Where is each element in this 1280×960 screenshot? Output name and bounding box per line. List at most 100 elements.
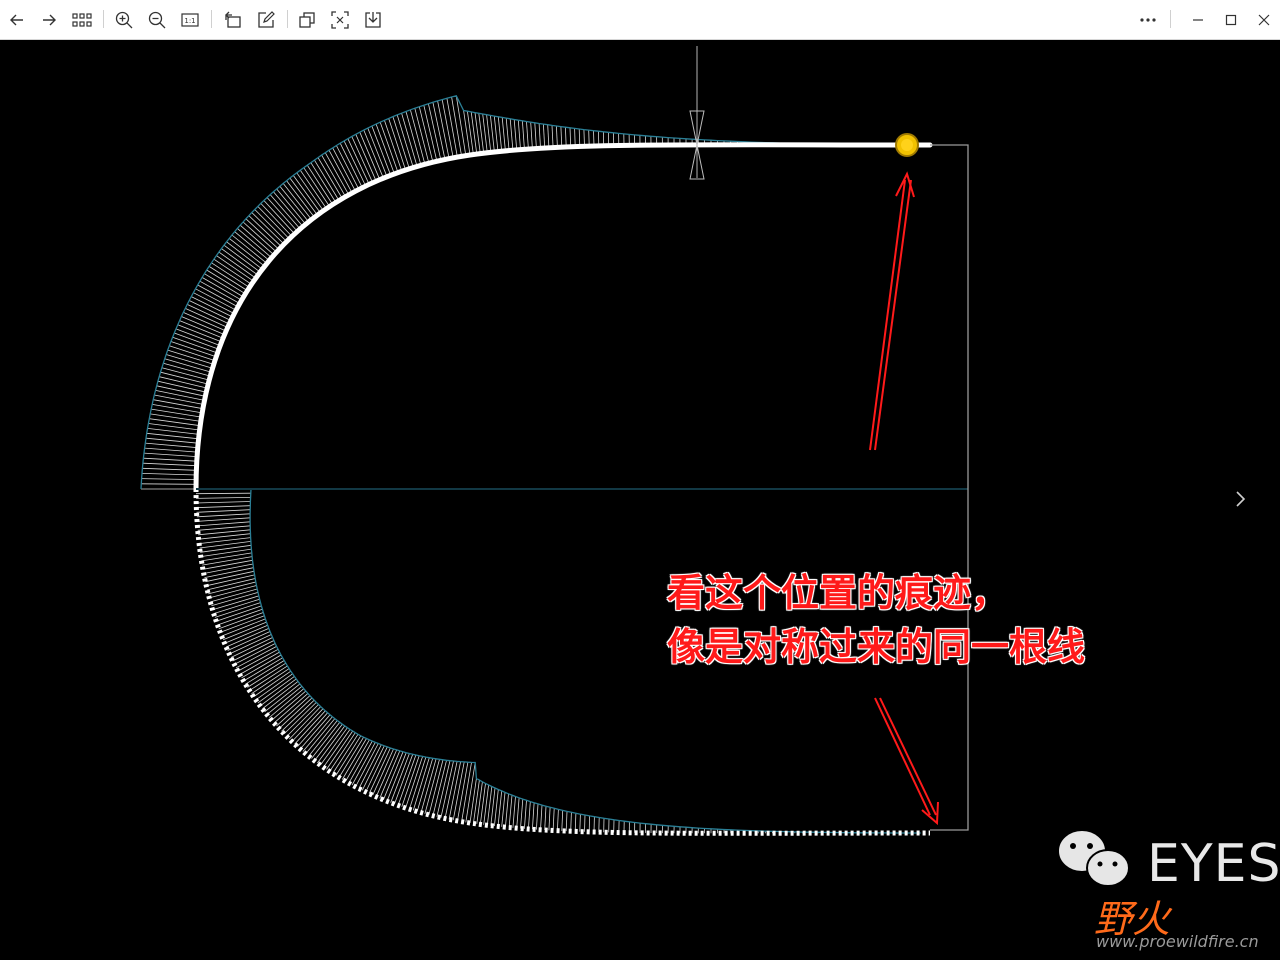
close-button[interactable]	[1250, 6, 1278, 34]
comb-tooth	[198, 529, 251, 536]
comb-tooth	[324, 152, 350, 195]
copy-icon	[299, 12, 315, 28]
comb-tooth	[271, 690, 307, 721]
comb-tooth	[320, 727, 348, 766]
more-button[interactable]	[1134, 6, 1162, 34]
comb-tooth	[517, 120, 521, 150]
comb-tooth	[486, 114, 492, 153]
comb-tooth	[175, 328, 221, 346]
comb-tooth	[153, 399, 203, 410]
copy-button[interactable]	[293, 6, 321, 34]
comb-tooth	[211, 592, 259, 607]
arrow-left-icon	[10, 14, 23, 26]
grid-view-button[interactable]	[68, 6, 96, 34]
comb-tooth	[202, 556, 253, 566]
back-button[interactable]	[3, 6, 31, 34]
comb-tooth	[547, 124, 550, 148]
comb-tooth	[181, 316, 225, 335]
comb-tooth	[196, 497, 251, 499]
comb-tooth	[469, 778, 477, 824]
comb-tooth	[540, 805, 543, 830]
comb-tooth	[220, 615, 265, 633]
rotate-button[interactable]	[219, 6, 247, 34]
save-button[interactable]	[359, 6, 387, 34]
comb-tooth	[578, 128, 581, 147]
comb-tooth	[532, 802, 535, 830]
comb-tooth	[264, 683, 301, 713]
comb-tooth	[494, 789, 499, 827]
comb-tooth	[579, 814, 581, 832]
comb-tooth	[208, 266, 248, 291]
comb-tooth	[405, 111, 422, 166]
comb-tooth	[146, 432, 199, 440]
comb-tooth	[276, 695, 311, 727]
comb-tooth	[565, 127, 567, 147]
ocr-button[interactable]	[326, 6, 354, 34]
one-to-one-icon: 1:1	[181, 13, 199, 27]
actual-size-button[interactable]: 1:1	[176, 6, 204, 34]
arrow-right-icon	[43, 14, 56, 26]
comb-tooth	[497, 790, 503, 827]
comb-tooth	[490, 787, 496, 826]
comb-tooth	[156, 385, 206, 397]
comb-tooth	[565, 811, 568, 832]
comb-tooth	[544, 806, 547, 831]
comb-tooth	[328, 150, 353, 194]
endpoint-marker-core	[901, 139, 913, 151]
toolbar-separator	[287, 10, 288, 28]
comb-tooth	[213, 258, 252, 285]
zoom-out-button[interactable]	[143, 6, 171, 34]
comb-tooth	[305, 718, 336, 755]
comb-tooth	[420, 758, 437, 813]
comb-tooth	[203, 563, 254, 574]
comb-tooth	[343, 140, 367, 187]
comb-tooth	[409, 756, 427, 810]
comb-tooth	[543, 124, 546, 149]
comb-tooth	[227, 631, 271, 651]
comb-tooth	[200, 548, 252, 557]
zoom-in-button[interactable]	[110, 6, 138, 34]
comb-tooth	[308, 720, 338, 757]
comb-tooth	[347, 138, 370, 185]
comb-tooth	[172, 336, 218, 354]
comb-tooth	[141, 473, 197, 476]
comb-tooth	[297, 712, 328, 747]
rotate-icon	[225, 11, 241, 28]
comb-tooth	[436, 760, 451, 817]
red-arrow-down	[874, 697, 939, 826]
maximize-button[interactable]	[1217, 6, 1245, 34]
maximize-icon	[1225, 14, 1237, 26]
comb-tooth	[584, 814, 586, 832]
comb-tooth	[142, 467, 197, 471]
comb-tooth	[536, 803, 539, 830]
comb-tooth	[432, 760, 447, 816]
comb-tooth	[520, 799, 524, 829]
comb-tooth	[538, 123, 541, 149]
comb-tooth	[150, 413, 201, 422]
comb-tooth	[283, 702, 317, 735]
comb-tooth	[281, 699, 315, 732]
comb-tooth	[569, 127, 572, 147]
edit-button[interactable]	[252, 6, 280, 34]
comb-tooth	[144, 447, 198, 453]
minimize-button[interactable]	[1184, 6, 1212, 34]
comb-tooth	[195, 288, 237, 311]
comb-tooth	[424, 759, 440, 814]
curvature-comb-top	[141, 95, 894, 490]
comb-tooth	[552, 808, 555, 831]
comb-tooth	[528, 801, 531, 830]
comb-tooth	[548, 807, 551, 831]
comb-tooth	[501, 792, 506, 827]
image-canvas[interactable]: 看这个位置的痕迹， 像是对称过来的同一根线	[0, 40, 1280, 960]
comb-tooth	[557, 809, 559, 831]
comb-envelope-top	[140, 95, 921, 490]
curvature-plot	[140, 46, 1130, 887]
next-image-button[interactable]	[1228, 484, 1254, 514]
comb-tooth	[214, 602, 261, 618]
comb-tooth	[513, 119, 518, 150]
comb-tooth	[534, 122, 537, 149]
forward-button[interactable]	[35, 6, 63, 34]
comb-tooth	[505, 793, 509, 828]
comb-tooth	[169, 345, 216, 361]
wechat-logo	[1057, 829, 1130, 887]
